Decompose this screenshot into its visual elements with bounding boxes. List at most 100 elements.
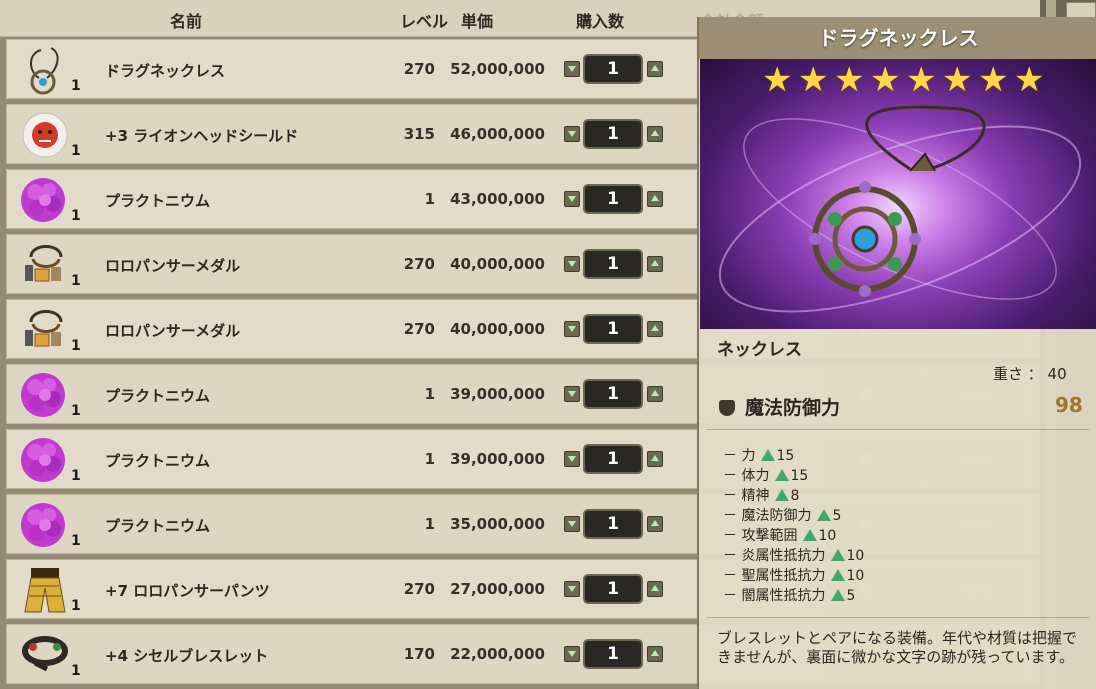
stack-count: 1 bbox=[71, 273, 81, 289]
stack-count: 1 bbox=[71, 208, 81, 224]
item-price: 39,000,000 bbox=[450, 450, 545, 468]
qty-decrease-button[interactable] bbox=[564, 321, 580, 337]
qty-increase-button[interactable] bbox=[647, 321, 663, 337]
bonus-value: 15 bbox=[790, 468, 809, 484]
bonus-value: 10 bbox=[846, 548, 865, 564]
qty-increase-button[interactable] bbox=[647, 191, 663, 207]
item-weight: 重さ ： 40 bbox=[993, 365, 1067, 383]
purple-flower-icon[interactable] bbox=[17, 499, 73, 551]
increase-icon bbox=[775, 489, 790, 501]
necklace-icon[interactable] bbox=[17, 44, 73, 96]
bonus-stat: － 闇属性抵抗力 5 bbox=[723, 585, 855, 605]
stack-count: 1 bbox=[71, 78, 81, 94]
qty-input[interactable]: 1 bbox=[583, 379, 643, 409]
increase-icon bbox=[831, 549, 846, 561]
item-name: +4 シセルブレスレット bbox=[105, 647, 269, 665]
star-icon: ★ bbox=[942, 60, 973, 100]
item-level: 270 bbox=[403, 60, 435, 78]
bonus-value: 15 bbox=[776, 448, 795, 464]
star-icon: ★ bbox=[798, 60, 829, 100]
item-name: プラクトニウム bbox=[105, 517, 211, 535]
item-name: プラクトニウム bbox=[105, 387, 211, 405]
col-name: 名前 bbox=[170, 12, 203, 31]
stack-count: 1 bbox=[71, 663, 81, 679]
item-price: 22,000,000 bbox=[450, 645, 545, 663]
qty-decrease-button[interactable] bbox=[564, 191, 580, 207]
pants-icon[interactable] bbox=[17, 564, 73, 616]
qty-input[interactable]: 1 bbox=[583, 184, 643, 214]
qty-decrease-button[interactable] bbox=[564, 386, 580, 402]
item-level: 315 bbox=[403, 125, 435, 143]
qty-input[interactable]: 1 bbox=[583, 639, 643, 669]
col-qty: 購入数 bbox=[576, 12, 625, 31]
divider bbox=[707, 617, 1089, 618]
lion-shield-icon[interactable] bbox=[17, 109, 73, 161]
item-level: 270 bbox=[403, 580, 435, 598]
bonus-value: 8 bbox=[790, 488, 800, 504]
item-level: 1 bbox=[424, 385, 435, 403]
bracelet-icon[interactable] bbox=[17, 629, 73, 681]
medal-icon[interactable] bbox=[17, 304, 73, 356]
purple-flower-icon[interactable] bbox=[17, 174, 73, 226]
bonus-value: 5 bbox=[832, 508, 842, 524]
col-level: レベル bbox=[400, 12, 449, 31]
qty-decrease-button[interactable] bbox=[564, 256, 580, 272]
item-level: 1 bbox=[424, 515, 435, 533]
qty-decrease-button[interactable] bbox=[564, 646, 580, 662]
item-name: ロロパンサーメダル bbox=[105, 322, 241, 340]
item-price: 52,000,000 bbox=[450, 60, 545, 78]
item-level: 270 bbox=[403, 320, 435, 338]
qty-increase-button[interactable] bbox=[647, 516, 663, 532]
qty-increase-button[interactable] bbox=[647, 646, 663, 662]
qty-input[interactable]: 1 bbox=[583, 509, 643, 539]
qty-input[interactable]: 1 bbox=[583, 574, 643, 604]
col-price: 単価 bbox=[461, 12, 494, 31]
qty-input[interactable]: 1 bbox=[583, 54, 643, 84]
star-icon: ★ bbox=[906, 60, 937, 100]
qty-input[interactable]: 1 bbox=[583, 314, 643, 344]
item-price: 46,000,000 bbox=[450, 125, 545, 143]
qty-input[interactable]: 1 bbox=[583, 444, 643, 474]
bonus-label: － 力 bbox=[723, 448, 756, 464]
qty-increase-button[interactable] bbox=[647, 581, 663, 597]
increase-icon bbox=[761, 449, 776, 461]
stack-count: 1 bbox=[71, 403, 81, 419]
qty-input[interactable]: 1 bbox=[583, 249, 643, 279]
shield-icon bbox=[719, 400, 735, 416]
main-stat-label: 魔法防御力 bbox=[745, 397, 841, 419]
qty-increase-button[interactable] bbox=[647, 451, 663, 467]
item-name: プラクトニウム bbox=[105, 452, 211, 470]
qty-increase-button[interactable] bbox=[647, 61, 663, 77]
qty-input[interactable]: 1 bbox=[583, 119, 643, 149]
bonus-label: － 聖属性抵抗力 bbox=[723, 568, 826, 584]
item-name: プラクトニウム bbox=[105, 192, 211, 210]
item-price: 39,000,000 bbox=[450, 385, 545, 403]
bonus-stat: － 精神 8 bbox=[723, 485, 799, 505]
increase-icon bbox=[817, 509, 832, 521]
purple-flower-icon[interactable] bbox=[17, 369, 73, 421]
stack-count: 1 bbox=[71, 338, 81, 354]
qty-decrease-button[interactable] bbox=[564, 451, 580, 467]
medal-icon[interactable] bbox=[17, 239, 73, 291]
qty-increase-button[interactable] bbox=[647, 386, 663, 402]
star-icon: ★ bbox=[834, 60, 865, 100]
bonus-label: － 精神 bbox=[723, 488, 770, 504]
item-level: 170 bbox=[403, 645, 435, 663]
bonus-label: － 攻撃範囲 bbox=[723, 528, 798, 544]
tooltip-title: ドラグネックレス bbox=[699, 17, 1096, 59]
stack-count: 1 bbox=[71, 468, 81, 484]
qty-increase-button[interactable] bbox=[647, 256, 663, 272]
item-price: 40,000,000 bbox=[450, 255, 545, 273]
qty-decrease-button[interactable] bbox=[564, 516, 580, 532]
qty-increase-button[interactable] bbox=[647, 126, 663, 142]
bonus-label: － 闇属性抵抗力 bbox=[723, 588, 826, 604]
qty-decrease-button[interactable] bbox=[564, 581, 580, 597]
purple-flower-icon[interactable] bbox=[17, 434, 73, 486]
divider bbox=[707, 429, 1089, 430]
stack-count: 1 bbox=[71, 598, 81, 614]
bonus-value: 10 bbox=[846, 568, 865, 584]
bonus-stat: － 炎属性抵抗力 10 bbox=[723, 545, 864, 565]
qty-decrease-button[interactable] bbox=[564, 61, 580, 77]
qty-decrease-button[interactable] bbox=[564, 126, 580, 142]
item-level: 1 bbox=[424, 190, 435, 208]
